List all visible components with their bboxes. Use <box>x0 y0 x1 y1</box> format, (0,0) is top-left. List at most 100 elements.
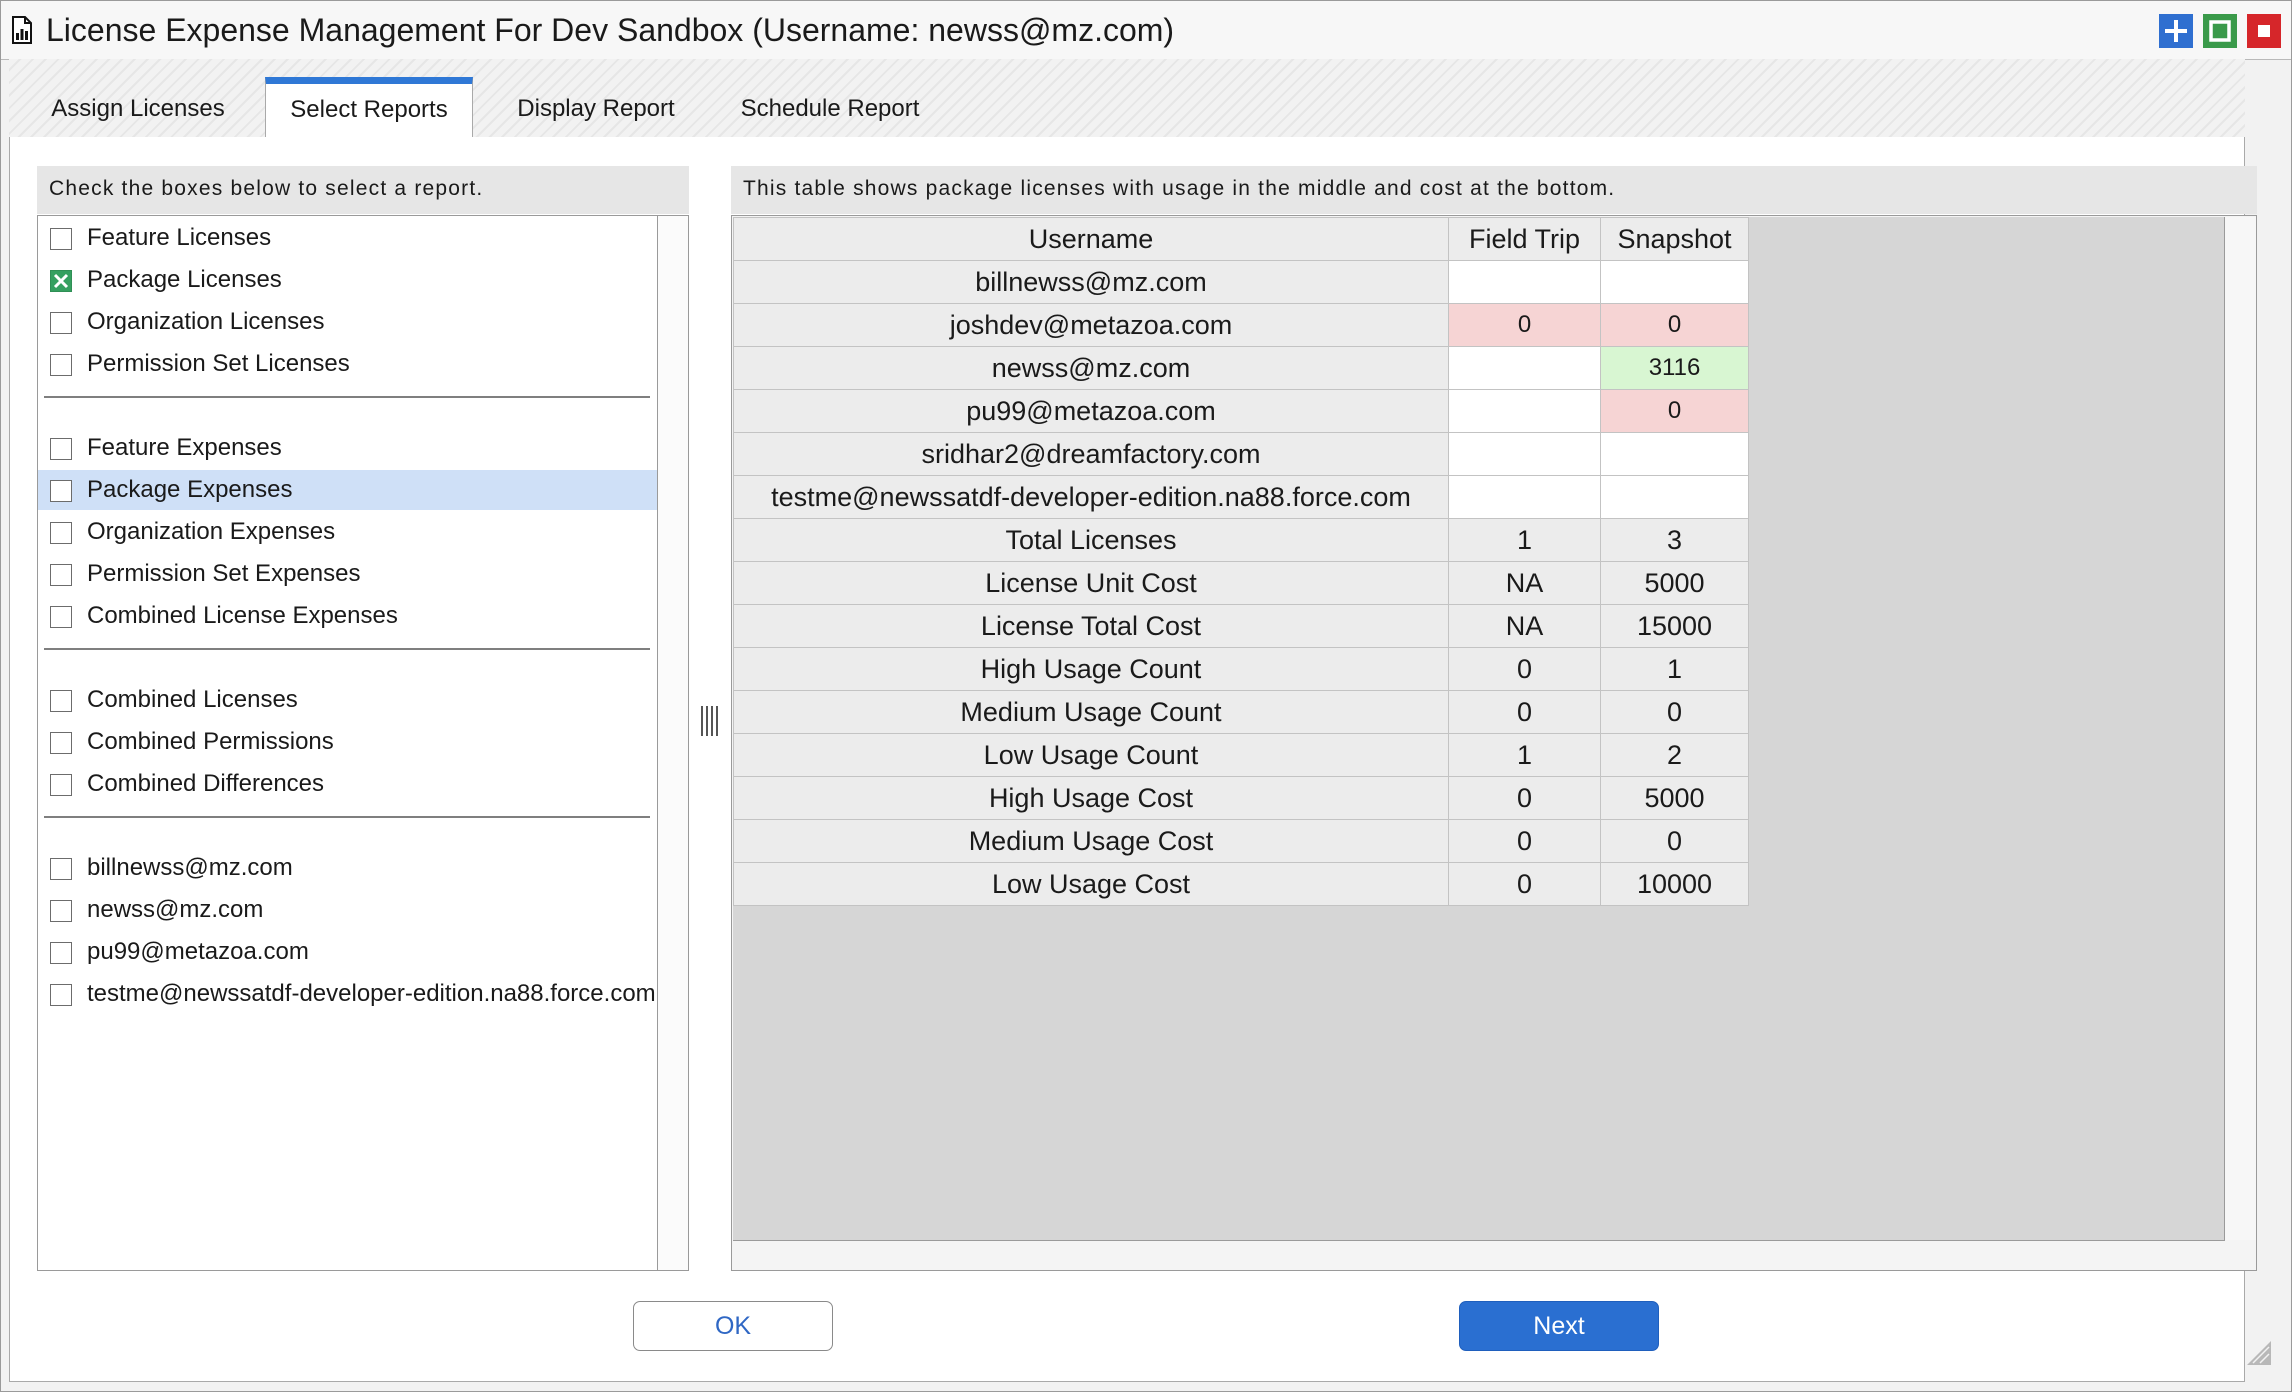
report-option-label: Combined Licenses <box>87 686 298 713</box>
summary-row: Low Usage Cost 0 10000 <box>733 862 1749 906</box>
checkbox[interactable] <box>50 228 72 250</box>
summary-row: License Unit Cost NA 5000 <box>733 561 1749 605</box>
next-button[interactable]: Next <box>1459 1301 1659 1351</box>
checkbox[interactable] <box>50 354 72 376</box>
report-option[interactable]: Organization Expenses <box>38 512 658 552</box>
checkbox[interactable] <box>50 312 72 334</box>
report-option-label: Permission Set Licenses <box>87 350 350 377</box>
field-trip-cell <box>1448 260 1601 304</box>
report-option[interactable]: pu99@metazoa.com <box>38 932 658 972</box>
check-x-icon <box>53 273 69 289</box>
field-trip-cell: 0 <box>1448 776 1601 820</box>
report-option[interactable]: newss@mz.com <box>38 890 658 930</box>
tab-bar: Assign Licenses Select Reports Display R… <box>9 59 2245 138</box>
snapshot-cell: 1 <box>1600 647 1749 691</box>
summary-label-cell: Low Usage Count <box>733 733 1449 777</box>
username-cell: pu99@metazoa.com <box>733 389 1449 433</box>
checkbox[interactable] <box>50 942 72 964</box>
field-trip-cell: NA <box>1448 604 1601 648</box>
table-scrollbar[interactable] <box>2225 217 2256 1240</box>
column-header-snapshot[interactable]: Snapshot <box>1600 217 1749 261</box>
checkbox-checked[interactable] <box>50 270 72 292</box>
group-divider <box>44 816 650 818</box>
checkbox[interactable] <box>50 690 72 712</box>
table-row: testme@newssatdf-developer-edition.na88.… <box>733 475 1749 519</box>
report-option[interactable]: Combined Differences <box>38 764 658 804</box>
group-divider <box>44 648 650 650</box>
snapshot-cell: 0 <box>1600 389 1749 433</box>
report-option[interactable]: Package Licenses <box>38 260 658 300</box>
checkbox[interactable] <box>50 984 72 1006</box>
field-trip-cell: 0 <box>1448 690 1601 734</box>
resize-grip-icon[interactable] <box>2247 1341 2271 1365</box>
column-header-field-trip[interactable]: Field Trip <box>1448 217 1601 261</box>
summary-label-cell: License Unit Cost <box>733 561 1449 605</box>
checkbox[interactable] <box>50 732 72 754</box>
report-option-label: Package Licenses <box>87 266 282 293</box>
report-option[interactable]: Combined License Expenses <box>38 596 658 636</box>
report-option[interactable]: Permission Set Licenses <box>38 344 658 384</box>
summary-label-cell: Medium Usage Count <box>733 690 1449 734</box>
summary-label-cell: Low Usage Cost <box>733 862 1449 906</box>
snapshot-cell <box>1600 475 1749 519</box>
tab-assign-licenses[interactable]: Assign Licenses <box>23 81 253 137</box>
report-option-label: Combined License Expenses <box>87 602 398 629</box>
checkbox[interactable] <box>50 480 72 502</box>
summary-row: License Total Cost NA 15000 <box>733 604 1749 648</box>
snapshot-cell: 5000 <box>1600 776 1749 820</box>
summary-label-cell: Total Licenses <box>733 518 1449 562</box>
checkbox[interactable] <box>50 564 72 586</box>
add-window-button[interactable] <box>2159 14 2193 48</box>
report-checkbox-list[interactable]: Feature Licenses Package Licenses Organiza… <box>37 215 659 1271</box>
snapshot-cell: 0 <box>1600 303 1749 347</box>
report-option-label: Combined Permissions <box>87 728 334 755</box>
field-trip-cell: 0 <box>1448 862 1601 906</box>
plus-icon <box>2159 14 2193 48</box>
report-option[interactable]: Combined Permissions <box>38 722 658 762</box>
splitter-handle[interactable] <box>699 706 721 736</box>
field-trip-cell: 1 <box>1448 518 1601 562</box>
table-row: sridhar2@dreamfactory.com <box>733 432 1749 476</box>
username-cell: testme@newssatdf-developer-edition.na88.… <box>733 475 1449 519</box>
tab-display-report[interactable]: Display Report <box>491 81 701 137</box>
tab-schedule-report[interactable]: Schedule Report <box>715 81 945 137</box>
field-trip-cell: 0 <box>1448 647 1601 691</box>
summary-row: High Usage Cost 0 5000 <box>733 776 1749 820</box>
close-icon <box>2247 14 2281 48</box>
snapshot-cell: 15000 <box>1600 604 1749 648</box>
report-option[interactable]: testme@newssatdf-developer-edition.na88.… <box>38 974 658 1014</box>
left-panel-header: Check the boxes below to select a report… <box>37 166 689 214</box>
summary-row: Total Licenses 1 3 <box>733 518 1749 562</box>
close-window-button[interactable] <box>2247 14 2281 48</box>
report-option[interactable]: Feature Expenses <box>38 428 658 468</box>
report-option-label: Feature Licenses <box>87 224 272 251</box>
checkbox[interactable] <box>50 522 72 544</box>
summary-row: High Usage Count 0 1 <box>733 647 1749 691</box>
field-trip-cell <box>1448 475 1601 519</box>
column-header-username[interactable]: Username <box>733 217 1449 261</box>
report-option[interactable]: Package Expenses <box>38 470 658 510</box>
snapshot-cell: 3 <box>1600 518 1749 562</box>
package-license-table: Username Field Trip Snapshot billnewss@m… <box>733 217 1749 906</box>
report-option[interactable]: billnewss@mz.com <box>38 848 658 888</box>
checkbox[interactable] <box>50 606 72 628</box>
field-trip-cell: 0 <box>1448 819 1601 863</box>
checkbox[interactable] <box>50 858 72 880</box>
table-header-row: Username Field Trip Snapshot <box>733 217 1749 261</box>
app-window: License Expense Management For Dev Sandb… <box>0 0 2292 1392</box>
report-option[interactable]: Organization Licenses <box>38 302 658 342</box>
username-cell: billnewss@mz.com <box>733 260 1449 304</box>
maximize-window-button[interactable] <box>2203 14 2237 48</box>
report-option[interactable]: Combined Licenses <box>38 680 658 720</box>
report-option[interactable]: Permission Set Expenses <box>38 554 658 594</box>
checkbox[interactable] <box>50 438 72 460</box>
checkbox[interactable] <box>50 774 72 796</box>
username-cell: newss@mz.com <box>733 346 1449 390</box>
ok-button[interactable]: OK <box>633 1301 833 1351</box>
field-trip-cell <box>1448 389 1601 433</box>
username-cell: sridhar2@dreamfactory.com <box>733 432 1449 476</box>
checkbox[interactable] <box>50 900 72 922</box>
tab-select-reports[interactable]: Select Reports <box>265 77 473 138</box>
left-scrollbar[interactable] <box>657 215 689 1271</box>
report-option[interactable]: Feature Licenses <box>38 218 658 258</box>
